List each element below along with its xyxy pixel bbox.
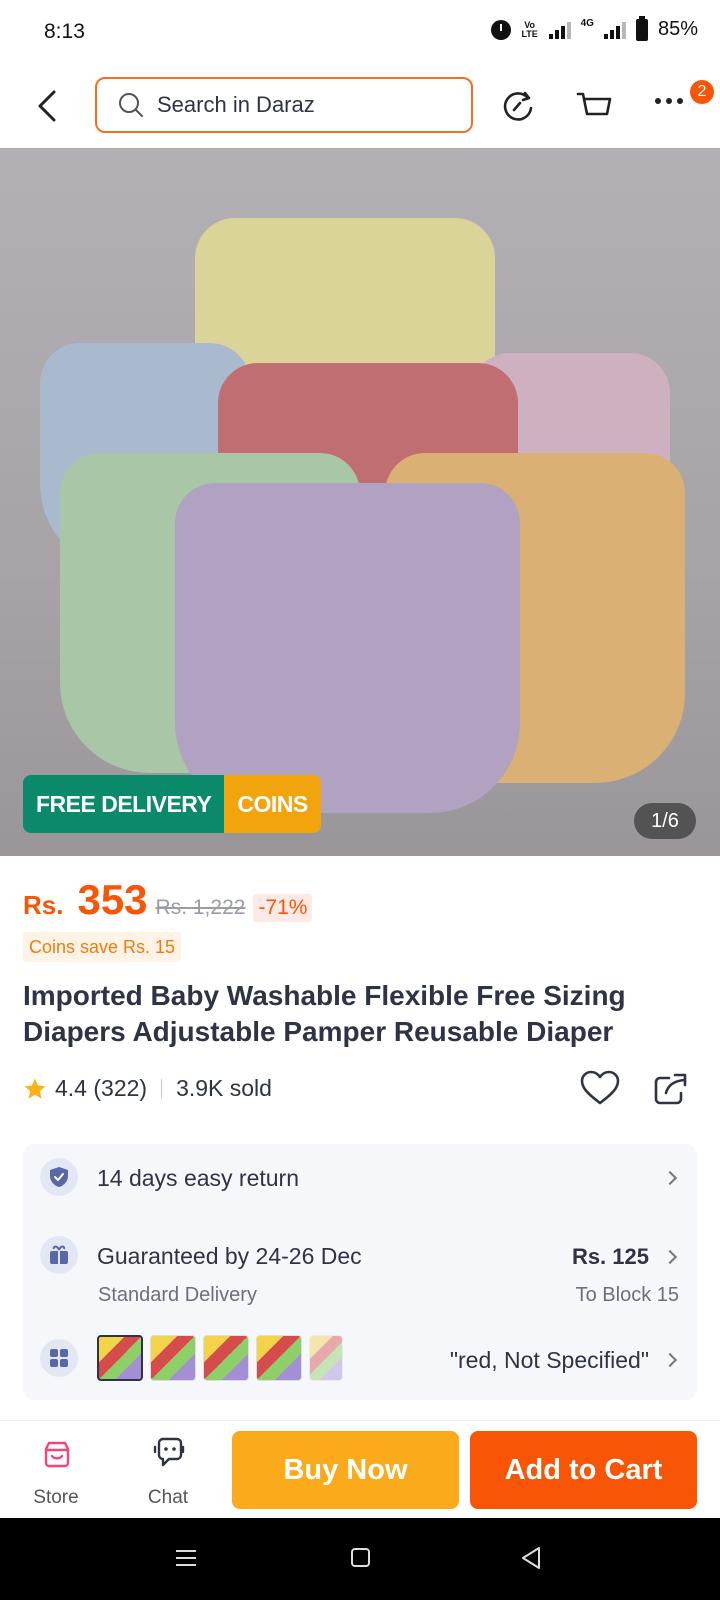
chat-button[interactable]: Chat: [118, 1421, 218, 1521]
sold-count: 3.9K sold: [176, 1075, 272, 1101]
back-button[interactable]: [30, 84, 70, 128]
delivery-row[interactable]: Guaranteed by 24-26 Dec Standard Deliver…: [23, 1208, 697, 1318]
battery-icon: [635, 15, 648, 41]
add-to-cart-button[interactable]: Add to Cart: [470, 1431, 697, 1509]
signal-icon: [548, 21, 571, 39]
cart-icon: [576, 92, 612, 116]
refresh-button[interactable]: [498, 86, 538, 126]
delivery-type-label: Standard Delivery: [98, 1284, 257, 1306]
return-policy-label: 14 days easy return: [97, 1165, 300, 1191]
more-icon[interactable]: [655, 98, 683, 104]
image-overlay: [0, 148, 720, 856]
variant-thumbnail[interactable]: [309, 1335, 343, 1381]
store-button[interactable]: Store: [6, 1421, 106, 1521]
current-price: 353: [77, 876, 148, 923]
shield-icon: [50, 1167, 68, 1187]
selected-variant: "red, Not Specified": [449, 1347, 649, 1373]
store-label: Store: [33, 1487, 79, 1508]
coins-save-badge: Coins save Rs. 15: [23, 932, 182, 962]
store-icon: [44, 1441, 70, 1468]
back-triangle-icon: [522, 1547, 540, 1569]
battery-percent: 85%: [657, 18, 698, 40]
notification-badge: 2: [690, 80, 714, 104]
delivery-guarantee-label: Guaranteed by 24-26 Dec: [97, 1243, 362, 1269]
variant-thumbnails: [97, 1335, 343, 1381]
chat-label: Chat: [147, 1487, 189, 1508]
gift-icon: [50, 1245, 68, 1264]
chat-icon: [153, 1437, 185, 1467]
variant-thumbnail[interactable]: [97, 1335, 143, 1381]
status-bar: 8:13 Vo LTE 4G 85%: [0, 0, 720, 64]
back-icon: [38, 90, 56, 122]
wishlist-button[interactable]: [580, 1070, 620, 1111]
refresh-icon: [503, 91, 533, 121]
alarm-icon: [490, 19, 511, 40]
top-header: Search in Daraz 2: [0, 64, 720, 148]
bottom-action-bar: Store Chat Buy Now Add to Cart: [0, 1420, 720, 1520]
gift-icon-wrap: [40, 1236, 78, 1274]
free-delivery-tag: FREE DELIVERY: [23, 775, 225, 833]
chevron-right-icon: [662, 1170, 678, 1186]
search-placeholder: Search in Daraz: [157, 92, 315, 117]
network-type: 4G: [580, 18, 594, 29]
original-price: Rs. 1,222: [155, 896, 246, 919]
price-row: Rs. 353 Rs. 1,222 -71%: [23, 876, 313, 924]
product-title: Imported Baby Washable Flexible Free Siz…: [23, 980, 626, 1047]
coins-tag: COINS: [224, 775, 321, 833]
variant-thumbnail[interactable]: [203, 1335, 249, 1381]
promo-tags: FREE DELIVERY COINS: [23, 775, 321, 833]
status-icons: Vo LTE 4G 85%: [490, 15, 698, 41]
variant-thumbnail[interactable]: [150, 1335, 196, 1381]
chevron-right-icon: [662, 1249, 678, 1265]
signal-icon-2: [603, 21, 626, 39]
volte-indicator: Vo LTE: [521, 19, 538, 39]
rating-value: 4.4 (322): [55, 1075, 148, 1101]
product-image-carousel[interactable]: FREE DELIVERY COINS 1/6: [0, 148, 720, 856]
variant-thumbnail[interactable]: [256, 1335, 302, 1381]
cart-button[interactable]: [575, 86, 615, 126]
recents-button[interactable]: [176, 1550, 196, 1566]
delivery-fee: Rs. 125: [571, 1244, 649, 1269]
search-icon: [119, 93, 143, 117]
system-back-button[interactable]: [520, 1546, 542, 1575]
star-icon: [24, 1078, 46, 1099]
buy-now-button[interactable]: Buy Now: [232, 1431, 459, 1509]
currency-label: Rs.: [23, 890, 64, 920]
return-policy-row[interactable]: 14 days easy return: [23, 1144, 697, 1204]
delivery-location: To Block 15: [575, 1284, 679, 1306]
discount-badge: -71%: [253, 894, 313, 922]
image-counter: 1/6: [634, 803, 696, 839]
home-button[interactable]: [351, 1548, 370, 1567]
chevron-right-icon: [662, 1352, 678, 1368]
share-button[interactable]: [653, 1072, 689, 1111]
system-navigation-bar: [0, 1518, 720, 1600]
shield-icon-wrap: [40, 1158, 78, 1196]
variant-row[interactable]: "red, Not Specified": [23, 1320, 697, 1400]
variants-icon: [50, 1349, 68, 1367]
heart-icon: [580, 1070, 620, 1105]
rating-divider: [161, 1078, 163, 1099]
status-time: 8:13: [44, 20, 85, 43]
search-input[interactable]: Search in Daraz: [95, 77, 473, 133]
share-icon: [654, 1073, 687, 1105]
variants-icon-wrap: [40, 1339, 78, 1377]
service-info-card: 14 days easy return Guaranteed by 24-26 …: [23, 1144, 697, 1400]
rating-row[interactable]: 4.4 (322) 3.9K sold: [23, 1075, 272, 1102]
